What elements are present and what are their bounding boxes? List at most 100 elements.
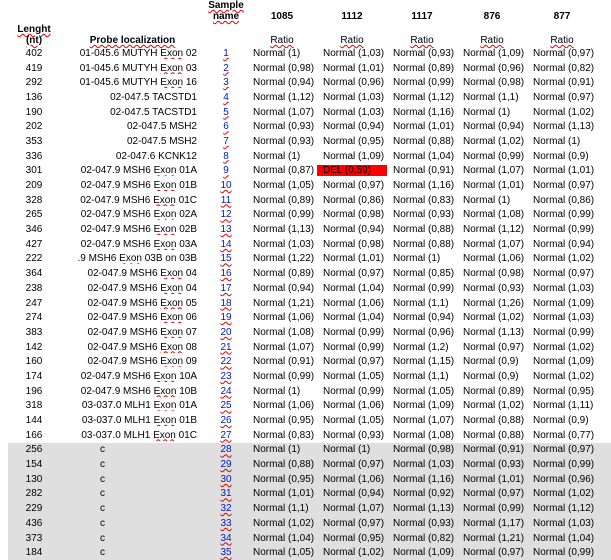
cell-sample-index[interactable]: 17 bbox=[205, 283, 247, 294]
cell-sample-index[interactable]: 34 bbox=[205, 533, 247, 544]
cell-sample-index[interactable]: 24 bbox=[205, 386, 247, 397]
cell-sample-index[interactable]: 23 bbox=[205, 371, 247, 382]
cell-sample-index[interactable]: 5 bbox=[205, 107, 247, 118]
cell-sample-index[interactable]: 15 bbox=[205, 253, 247, 264]
cell-ratio: Normal (0,99) bbox=[527, 209, 597, 220]
cell-sample-index[interactable]: 18 bbox=[205, 298, 247, 309]
cell-ratio: Normal (1,05) bbox=[317, 415, 387, 426]
cell-ratio: Normal (1,02) bbox=[527, 342, 597, 353]
cell-sample-index[interactable]: 3 bbox=[205, 77, 247, 88]
cell-probe: 02-047.9 MSH6 Exon 02B bbox=[60, 224, 205, 235]
cell-probe: 02-047.9 MSH6 Exon 05 bbox=[60, 298, 205, 309]
cell-ratio: Normal (0,97) bbox=[527, 92, 597, 103]
cell-ratio: Normal (1,13) bbox=[387, 503, 457, 514]
cell-sample-index[interactable]: 21 bbox=[205, 342, 247, 353]
cell-sample-index[interactable]: 27 bbox=[205, 430, 247, 441]
cell-sample-index[interactable]: 11 bbox=[205, 195, 247, 206]
cell-ratio: Normal (1,09) bbox=[317, 151, 387, 162]
cell-ratio: Normal (1) bbox=[527, 136, 597, 147]
cell-ratio: Normal (0,93) bbox=[247, 136, 317, 147]
cell-ratio: Normal (0,94) bbox=[247, 77, 317, 88]
cell-length: 209 bbox=[8, 180, 60, 191]
cell-sample-index[interactable]: 30 bbox=[205, 474, 247, 485]
cell-length: 402 bbox=[8, 48, 60, 59]
cell-ratio: Normal (1,01) bbox=[317, 253, 387, 264]
header-col-1117: 1117 bbox=[387, 11, 457, 22]
cell-ratio: Normal (1,01) bbox=[387, 121, 457, 132]
cell-sample-index[interactable]: 26 bbox=[205, 415, 247, 426]
cell-sample-index[interactable]: 31 bbox=[205, 488, 247, 499]
cell-ratio: Normal (1,01) bbox=[457, 180, 527, 191]
cell-sample-index[interactable]: 19 bbox=[205, 312, 247, 323]
cell-sample-index[interactable]: 29 bbox=[205, 459, 247, 470]
cell-probe: 03-037.0 MLH1 Exon 01A bbox=[60, 400, 205, 411]
cell-ratio: Normal (0,99) bbox=[247, 371, 317, 382]
cell-ratio: Normal (1,07) bbox=[387, 415, 457, 426]
cell-ratio: Normal (0,96) bbox=[527, 474, 597, 485]
cell-ratio: Normal (0,9) bbox=[457, 356, 527, 367]
cell-ratio: Normal (0,99) bbox=[317, 386, 387, 397]
cell-sample-index[interactable]: 25 bbox=[205, 400, 247, 411]
cell-sample-index[interactable]: 16 bbox=[205, 268, 247, 279]
cell-ratio: Normal (0,97) bbox=[317, 180, 387, 191]
cell-ratio: Normal (0,96) bbox=[317, 77, 387, 88]
cell-ratio: Normal (1,09) bbox=[457, 48, 527, 59]
cell-probe: 01-045.6 MUTYH Exon 03 bbox=[60, 63, 205, 74]
cell-ratio: Normal (1,05) bbox=[247, 180, 317, 191]
cell-probe: .9 MSH6 Exon 03B on 03B bbox=[60, 253, 205, 264]
cell-ratio: Normal (0,99) bbox=[527, 224, 597, 235]
exon-label: Exon bbox=[153, 430, 176, 441]
cell-length: 144 bbox=[8, 415, 60, 426]
cell-ratio: Normal (1,01) bbox=[247, 488, 317, 499]
cell-ratio: Normal (0,99) bbox=[527, 327, 597, 338]
cell-length: 292 bbox=[8, 77, 60, 88]
cell-ratio: Normal (1,12) bbox=[457, 224, 527, 235]
cell-probe: c bbox=[60, 488, 205, 499]
cell-ratio: Normal (0,88) bbox=[457, 430, 527, 441]
cell-ratio: Normal (1,03) bbox=[527, 518, 597, 529]
cell-ratio: Normal (0,99) bbox=[317, 327, 387, 338]
cell-sample-index[interactable]: 8 bbox=[205, 151, 247, 162]
cell-sample-index[interactable]: 20 bbox=[205, 327, 247, 338]
cell-probe: 02-047.9 MSH6 Exon 09 bbox=[60, 356, 205, 367]
cell-length: 190 bbox=[8, 107, 60, 118]
cell-ratio: Normal (1) bbox=[247, 444, 317, 455]
table-row: 256c28Normal (1)Normal (1)Normal (0,98)N… bbox=[8, 443, 611, 458]
cell-sample-index[interactable]: 2 bbox=[205, 63, 247, 74]
exon-label: Exon bbox=[154, 371, 177, 382]
cell-sample-index[interactable]: 32 bbox=[205, 503, 247, 514]
cell-sample-index[interactable]: 14 bbox=[205, 239, 247, 250]
cell-probe: c bbox=[60, 459, 205, 470]
cell-ratio: Normal (1,01) bbox=[457, 474, 527, 485]
cell-probe: 03-037.0 MLH1 Exon 01B bbox=[60, 415, 205, 426]
cell-length: 229 bbox=[8, 503, 60, 514]
cell-sample-index[interactable]: 7 bbox=[205, 136, 247, 147]
cell-ratio: Normal (0,9) bbox=[527, 151, 597, 162]
cell-sample-index[interactable]: 33 bbox=[205, 518, 247, 529]
cell-ratio: Normal (0,97) bbox=[527, 444, 597, 455]
cell-sample-index[interactable]: 13 bbox=[205, 224, 247, 235]
cell-ratio: Normal (1) bbox=[457, 107, 527, 118]
header-col-1112: 1112 bbox=[317, 11, 387, 22]
exon-label: Exon bbox=[154, 209, 177, 220]
cell-length: 427 bbox=[8, 239, 60, 250]
cell-sample-index[interactable]: 22 bbox=[205, 356, 247, 367]
cell-sample-index[interactable]: 6 bbox=[205, 121, 247, 132]
cell-length: 419 bbox=[8, 63, 60, 74]
cell-ratio: Normal (0,97) bbox=[317, 459, 387, 470]
cell-ratio: Normal (1,21) bbox=[457, 533, 527, 544]
cell-sample-index[interactable]: 4 bbox=[205, 92, 247, 103]
cell-length: 265 bbox=[8, 209, 60, 220]
cell-probe: c bbox=[60, 533, 205, 544]
table-row: 35302-047.5 MSH27Normal (0,93)Normal (0,… bbox=[8, 134, 611, 149]
cell-sample-index[interactable]: 1 bbox=[205, 48, 247, 59]
exon-label: Exon bbox=[160, 48, 183, 59]
cell-ratio: Normal (1,13) bbox=[527, 121, 597, 132]
cell-sample-index[interactable]: 10 bbox=[205, 180, 247, 191]
cell-sample-index[interactable]: 12 bbox=[205, 209, 247, 220]
cell-ratio: Normal (0,89) bbox=[457, 386, 527, 397]
cell-sample-index[interactable]: 28 bbox=[205, 444, 247, 455]
header-ratio: Ratio bbox=[457, 35, 527, 46]
cell-sample-index[interactable]: 9 bbox=[205, 165, 247, 176]
cell-ratio: Normal (1,16) bbox=[387, 180, 457, 191]
